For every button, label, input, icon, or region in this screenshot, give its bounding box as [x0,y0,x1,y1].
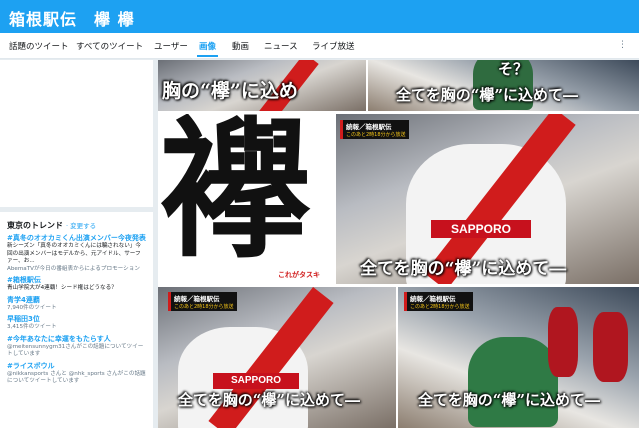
news-badge: 続報／箱根駅伝 このあと2時18分から放送 [404,292,473,311]
search-tabs: 話題のツイート すべてのツイート ユーザー 画像 動画 ニュース ライブ放送 ⋮ [0,33,639,59]
news-badge: 続報／箱根駅伝 このあと2時18分から放送 [168,292,237,311]
trends-change-link[interactable]: · 変更する [66,222,96,230]
trends-title: 東京のトレンド [7,221,63,230]
trend-description: @nikkansports さんと @nhk_sports さんがこの話題につい… [7,370,146,385]
trend-promoted-source: AbemaTVが今日の番組表からによるプロモーション [7,265,140,272]
sponsor-logo: SAPPORO [213,373,299,389]
spectator-figure [548,307,578,377]
tab-top-tweets[interactable]: 話題のツイート [9,40,69,52]
trend-tag[interactable]: #今年あなたに幸運をもたらす人 [7,335,146,344]
tab-images[interactable]: 画像 [196,40,219,57]
trend-item[interactable]: #今年あなたに幸運をもたらす人 @meitensunnygm31さんがこの話題に… [7,335,146,359]
image-tile[interactable]: SAPPORO 続報／箱根駅伝 このあと2時18分から放送 全てを胸の“欅”に込… [158,287,396,428]
kanji-character: 襷 [160,114,311,279]
badge-title: 続報／箱根駅伝 [346,123,392,131]
trend-tag[interactable]: 早稲田3位 [7,315,146,324]
trend-description: 新シーズン「真冬のオオカミくんには騙されない」今回の出演メンバーはモデルから、元… [7,243,141,264]
tab-all-tweets[interactable]: すべてのツイート [76,40,143,52]
trend-count: 3,415件のツイート [7,324,57,330]
tab-users[interactable]: ユーザー [154,40,188,52]
trend-tag[interactable]: 青学4連覇 [7,296,146,305]
top-header: 箱根駅伝 欅 欅 [0,0,639,33]
badge-subtitle: このあと2時18分から放送 [410,304,470,310]
image-tile[interactable]: そ？ 全てを胸の“欅”に込めて― [368,60,639,111]
spectator-figure [593,312,628,382]
image-caption: 全てを胸の“欅”に込めて― [178,391,360,409]
image-caption: 胸の“欅”に込め [162,80,298,102]
trend-tag[interactable]: #箱根駅伝 [7,276,146,285]
image-tile[interactable]: 胸の“欅”に込め [158,60,366,111]
trend-item[interactable]: #ライスボウル @nikkansports さんと @nhk_sports さん… [7,362,146,386]
trend-item[interactable]: 早稲田3位 3,415件のツイート [7,315,146,332]
tab-live[interactable]: ライブ放送 [312,40,355,52]
news-badge: 続報／箱根駅伝 このあと2時18分から放送 [340,120,409,139]
profile-card-placeholder [0,60,153,207]
image-grid: 胸の“欅”に込め そ？ 全てを胸の“欅”に込めて― 襷 これがタスキ SAPPO… [158,60,639,428]
tab-videos[interactable]: 動画 [232,40,249,52]
image-caption: 全てを胸の“欅”に込めて― [418,391,600,409]
image-tile[interactable]: 続報／箱根駅伝 このあと2時18分から放送 全てを胸の“欅”に込めて― [398,287,639,428]
badge-subtitle: このあと2時18分から放送 [174,304,234,310]
badge-title: 続報／箱根駅伝 [410,295,456,303]
trend-item[interactable]: #箱根駅伝 青山学院大が4連覇！シード権はどうなる？ [7,276,146,293]
image-caption: 全てを胸の“欅”に込めて― [396,86,578,104]
search-query-title: 箱根駅伝 欅 欅 [9,10,135,29]
runner-jersey [468,337,558,427]
image-caption-question: そ？ [498,60,529,78]
trends-header: 東京のトレンド · 変更する [7,220,146,231]
sponsor-logo: SAPPORO [431,220,531,238]
kanji-subtitle: これがタスキ [278,271,320,279]
trend-description: 青山学院大が4連覇！シード権はどうなる？ [7,285,117,291]
badge-subtitle: このあと2時18分から放送 [346,132,406,138]
more-options-icon[interactable]: ⋮ [618,40,627,50]
trends-panel: 東京のトレンド · 変更する #真冬のオオカミくん出演メンバー今夜発表 新シーズン… [0,212,153,428]
badge-title: 続報／箱根駅伝 [174,295,220,303]
trend-item[interactable]: #真冬のオオカミくん出演メンバー今夜発表 新シーズン「真冬のオオカミくんには騙さ… [7,234,146,273]
trend-description: @meitensunnygm31さんがこの話題についてツイートしています [7,343,144,358]
image-tile[interactable]: 襷 これがタスキ [158,114,334,284]
image-tile[interactable]: SAPPORO 続報／箱根駅伝 このあと2時18分から放送 全てを胸の“欅”に込… [336,114,639,284]
image-caption: 全てを胸の“欅”に込めて― [360,259,567,279]
tab-news[interactable]: ニュース [264,40,298,52]
trend-item[interactable]: 青学4連覇 7,940件のツイート [7,296,146,313]
trend-tag[interactable]: #真冬のオオカミくん出演メンバー今夜発表 [7,234,146,243]
trend-tag[interactable]: #ライスボウル [7,362,146,371]
trend-count: 7,940件のツイート [7,304,57,311]
